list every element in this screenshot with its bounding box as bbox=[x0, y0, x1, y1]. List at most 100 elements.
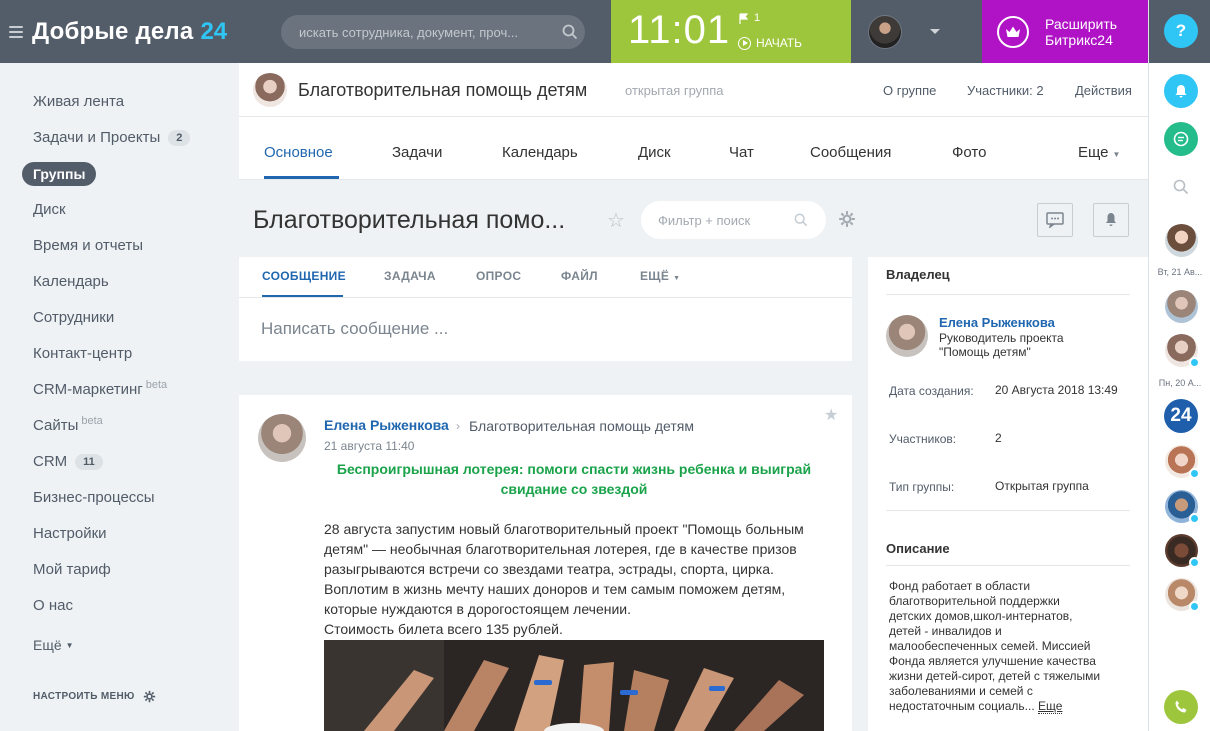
owner-role: Руководитель проекта "Помощь детям" bbox=[939, 331, 1119, 359]
help-icon[interactable]: ? bbox=[1164, 14, 1198, 48]
search-icon[interactable] bbox=[794, 213, 808, 227]
composer-tab-poll[interactable]: ОПРОС bbox=[476, 269, 521, 283]
message-input[interactable]: Написать сообщение ... bbox=[261, 319, 448, 339]
description-more-link[interactable]: Еще bbox=[1038, 699, 1063, 714]
sidebar-item-contact-center[interactable]: Контакт-центр bbox=[33, 345, 132, 362]
about-group-link[interactable]: О группе bbox=[883, 83, 936, 98]
bitrix24-icon[interactable]: 24 bbox=[1164, 399, 1198, 433]
online-badge bbox=[1189, 513, 1200, 524]
tab-tasks[interactable]: Задачи bbox=[392, 144, 442, 161]
beta-badge: beta bbox=[81, 414, 103, 427]
sidebar-item-disk[interactable]: Диск bbox=[33, 201, 66, 218]
sidebar-item-label: Сайты bbox=[33, 417, 79, 434]
play-icon bbox=[738, 36, 751, 50]
start-button[interactable]: НАЧАТЬ bbox=[738, 36, 802, 50]
post-group[interactable]: Благотворительная помощь детям bbox=[469, 418, 694, 434]
divider bbox=[886, 294, 1130, 295]
sidebar-item-calendar[interactable]: Календарь bbox=[33, 273, 109, 290]
gear-icon[interactable] bbox=[838, 210, 856, 228]
members-link[interactable]: Участники: 2 bbox=[967, 83, 1044, 98]
menu-icon[interactable] bbox=[9, 25, 23, 38]
chat-icon[interactable] bbox=[1164, 122, 1198, 156]
search-placeholder: искать сотрудника, документ, проч... bbox=[299, 24, 519, 40]
sidebar-item-crm[interactable]: CRM 11 bbox=[33, 453, 103, 470]
chevron-down-icon: ▼ bbox=[65, 640, 74, 650]
start-label: НАЧАТЬ bbox=[756, 36, 803, 50]
avatar[interactable] bbox=[868, 14, 902, 49]
sidebar-item-label: CRM bbox=[33, 453, 68, 470]
sidebar-item-time-reports[interactable]: Время и отчеты bbox=[33, 237, 143, 254]
filter-placeholder: Фильтр + поиск bbox=[658, 212, 751, 228]
configure-menu-button[interactable]: НАСТРОИТЬ МЕНЮ bbox=[33, 690, 156, 703]
sidebar-item-settings[interactable]: Настройки bbox=[33, 525, 107, 542]
group-avatar[interactable] bbox=[253, 73, 287, 107]
composer-tab-task[interactable]: ЗАДАЧА bbox=[384, 269, 436, 283]
phone-icon[interactable] bbox=[1164, 690, 1198, 724]
composer-tab-file[interactable]: ФАЙЛ bbox=[561, 269, 598, 283]
search-icon[interactable] bbox=[555, 17, 585, 47]
members-value: 2 bbox=[995, 431, 1002, 445]
extend-button[interactable]: Расширить Битрикс24 bbox=[982, 0, 1148, 63]
contact-avatar[interactable] bbox=[1165, 490, 1200, 524]
contact-avatar[interactable] bbox=[1165, 334, 1200, 368]
clock-widget[interactable]: 11:01 1 НАЧАТЬ bbox=[611, 0, 851, 63]
sidebar-item-live-feed[interactable]: Живая лента bbox=[33, 93, 124, 110]
owner-avatar[interactable] bbox=[886, 315, 928, 357]
online-badge bbox=[1189, 468, 1200, 479]
description-line: заболеваниями и семей с bbox=[889, 684, 1033, 698]
main-content: Благотворительная помощь детям открытая … bbox=[239, 63, 1148, 731]
group-title[interactable]: Благотворительная помощь детям bbox=[298, 80, 587, 101]
contact-avatar[interactable] bbox=[1165, 578, 1200, 612]
logo[interactable]: Добрые дела 24 bbox=[0, 0, 227, 63]
contact-avatar[interactable] bbox=[1165, 445, 1200, 479]
post-headline: Беспроигрышная лотерея: помоги спасти жи… bbox=[336, 461, 812, 497]
user-menu[interactable] bbox=[851, 0, 982, 63]
composer-tab-message[interactable]: СООБЩЕНИЕ bbox=[262, 269, 346, 283]
sidebar-item-more[interactable]: Ещё ▼ bbox=[33, 637, 74, 653]
search-input[interactable]: искать сотрудника, документ, проч... bbox=[281, 15, 585, 49]
star-icon[interactable]: ★ bbox=[824, 405, 838, 425]
tab-messages[interactable]: Сообщения bbox=[810, 144, 891, 161]
description-line: детей - инвалидов и bbox=[889, 624, 1002, 638]
actions-link[interactable]: Действия bbox=[1075, 83, 1132, 98]
post-date[interactable]: 21 августа 11:40 bbox=[324, 439, 414, 453]
flag-count: 1 bbox=[754, 12, 761, 24]
sidebar-item-groups[interactable]: Группы bbox=[22, 162, 97, 186]
sidebar-item-employees[interactable]: Сотрудники bbox=[33, 309, 114, 326]
notifications-button[interactable] bbox=[1093, 203, 1129, 237]
contact-avatar[interactable] bbox=[1165, 534, 1200, 568]
chevron-down-icon[interactable] bbox=[930, 29, 940, 34]
flag-counter[interactable]: 1 bbox=[739, 12, 760, 24]
filter-search-input[interactable]: Фильтр + поиск bbox=[641, 201, 826, 239]
tab-calendar[interactable]: Календарь bbox=[502, 144, 578, 161]
star-icon[interactable]: ☆ bbox=[607, 208, 625, 233]
owner-name[interactable]: Елена Рыженкова bbox=[939, 315, 1055, 330]
tab-photo[interactable]: Фото bbox=[952, 144, 986, 161]
post-image[interactable] bbox=[324, 640, 824, 731]
tab-chat[interactable]: Чат bbox=[729, 144, 754, 161]
sidebar-item-crm-marketing[interactable]: CRM-маркетинг beta bbox=[33, 379, 167, 399]
sidebar-item-sites[interactable]: Сайты beta bbox=[33, 414, 103, 435]
author-avatar[interactable] bbox=[258, 414, 306, 462]
sidebar-item-label: Сотрудники bbox=[33, 309, 115, 326]
contact-avatar[interactable] bbox=[1165, 224, 1198, 257]
chevron-down-icon: ▼ bbox=[673, 275, 681, 282]
composer-tab-more[interactable]: ЕЩЁ ▼ bbox=[640, 269, 680, 283]
tab-disk[interactable]: Диск bbox=[638, 144, 671, 161]
group-type: открытая группа bbox=[625, 83, 724, 98]
tab-more[interactable]: Еще ▼ bbox=[1078, 144, 1120, 161]
chat-button[interactable] bbox=[1037, 203, 1073, 237]
bell-icon[interactable] bbox=[1164, 74, 1198, 108]
left-sidebar: Живая лента Задачи и Проекты 2 Группы Дис… bbox=[0, 63, 239, 731]
sidebar-item-tasks[interactable]: Задачи и Проекты 2 bbox=[33, 129, 191, 146]
contact-avatar[interactable] bbox=[1165, 290, 1198, 323]
description-line: малообеспеченных семей. Миссией bbox=[889, 639, 1091, 653]
post-composer: СООБЩЕНИЕ ЗАДАЧА ОПРОС ФАЙЛ ЕЩЁ ▼ Написат… bbox=[239, 257, 852, 361]
sidebar-item-about[interactable]: О нас bbox=[33, 597, 73, 614]
sidebar-item-my-plan[interactable]: Мой тариф bbox=[33, 561, 111, 578]
sidebar-item-business-processes[interactable]: Бизнес-процессы bbox=[33, 489, 155, 506]
search-icon[interactable] bbox=[1164, 170, 1198, 204]
post-author[interactable]: Елена Рыженкова bbox=[324, 417, 449, 433]
tab-main[interactable]: Основное bbox=[264, 144, 333, 161]
post-body-line: Воплотим в жизнь мечту наших доноров и т… bbox=[324, 581, 786, 597]
